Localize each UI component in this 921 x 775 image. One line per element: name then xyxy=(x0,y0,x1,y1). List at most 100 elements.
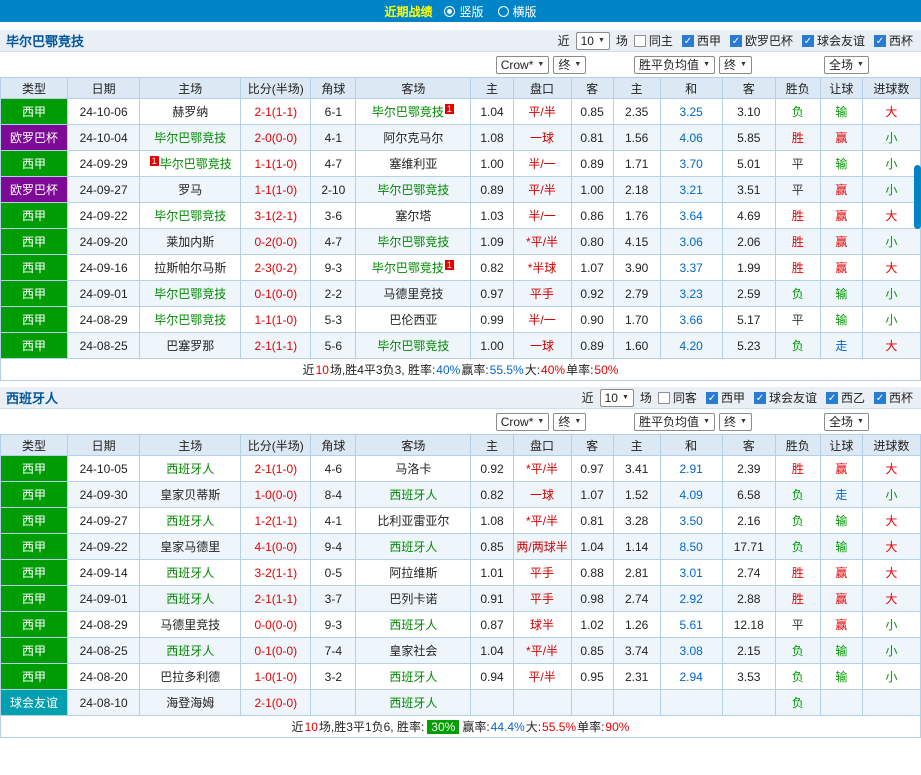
asia-stage-select[interactable]: 终 ▼ xyxy=(553,412,587,431)
europe-stage-select[interactable]: 终 ▼ xyxy=(719,412,752,431)
cell-result-handicap xyxy=(819,689,863,716)
table-row: 西甲 24-10-05 西班牙人 2-1(1-0) 4-6 马洛卡 0.92 *平/半 0.97… xyxy=(0,455,921,482)
stats-summary: 近 10 场,胜4平3负3, 胜率: 40% 赢率: 55.5% 大: 40% 单率: 50… xyxy=(0,359,921,381)
cell-asia-home-odds: 1.00 xyxy=(470,332,514,359)
cell-asia-away-odds: 1.04 xyxy=(570,533,614,560)
bookmaker-select[interactable]: Crow* ▼ xyxy=(495,55,550,74)
cell-euro-draw-odds: 3.37 xyxy=(659,254,723,281)
cell-euro-away-odds: 3.53 xyxy=(721,663,776,690)
focus-team-name: 毕尔巴鄂竞技 xyxy=(377,339,450,353)
checked-checkbox-icon[interactable] xyxy=(873,34,886,47)
scrollbar-thumb[interactable] xyxy=(914,165,921,229)
cell-euro-draw-odds: 3.06 xyxy=(659,228,723,255)
focus-team-name: 西班牙人 xyxy=(389,696,438,710)
radio-unselected-icon[interactable] xyxy=(497,5,509,17)
cell-euro-away-odds: 4.69 xyxy=(721,202,776,229)
filter-checkbox-label[interactable]: 同客 xyxy=(673,389,697,406)
checked-checkbox-icon[interactable] xyxy=(753,391,766,404)
team-name: 拉斯帕尔马斯 xyxy=(154,261,227,275)
table-row: 西甲 24-09-20 莱加内斯 0-2(0-0) 4-7 毕尔巴鄂竞技 1.09 *平/半 0… xyxy=(0,228,921,255)
filter-checkbox[interactable]: 西甲 xyxy=(705,389,745,406)
radio-vertical-label[interactable]: 竖版 xyxy=(459,3,483,20)
filter-checkbox-label[interactable]: 球会友谊 xyxy=(769,389,817,406)
checked-checkbox-icon[interactable] xyxy=(825,391,838,404)
cell-away-team: 巴伦西亚 xyxy=(355,306,472,333)
cell-corner: 7-4 xyxy=(310,637,357,664)
filter-checkbox-label[interactable]: 球会友谊 xyxy=(817,32,865,49)
scope-select[interactable]: 全场 ▼ xyxy=(824,412,869,431)
cell-result-goals: 小 xyxy=(861,611,921,638)
cell-euro-away-odds: 2.15 xyxy=(721,637,776,664)
scope-select[interactable]: 全场 ▼ xyxy=(824,55,869,74)
cell-away-team: 西班牙人 xyxy=(355,611,472,638)
cell-asia-home-odds: 0.91 xyxy=(470,585,514,612)
filter-checkbox-label[interactable]: 西甲 xyxy=(721,389,745,406)
radio-vertical[interactable]: 竖版 xyxy=(444,3,484,20)
cell-score: 2-3(0-2) xyxy=(240,254,312,281)
checked-checkbox-icon[interactable] xyxy=(801,34,814,47)
filter-checkbox-label[interactable]: 西杯 xyxy=(889,389,913,406)
cell-asia-away-odds: 0.85 xyxy=(570,98,614,125)
focus-team-name: 毕尔巴鄂竞技 xyxy=(371,105,444,119)
filter-checkbox[interactable]: 西杯 xyxy=(873,32,913,49)
filter-checkbox-label[interactable]: 西甲 xyxy=(697,32,721,49)
checked-checkbox-icon[interactable] xyxy=(705,391,718,404)
summary-part: 30% xyxy=(427,719,460,734)
cell-date: 24-09-22 xyxy=(67,533,141,560)
cell-result-wdl: 平 xyxy=(774,611,821,638)
team-name: 巴塞罗那 xyxy=(166,339,215,353)
filter-checkbox[interactable]: 同客 xyxy=(657,389,697,406)
filter-checkbox-label[interactable]: 同主 xyxy=(649,32,673,49)
league-filter-checkboxes: 同客 西甲 球会友谊 西乙 西杯 xyxy=(657,389,913,406)
radio-horizontal[interactable]: 横版 xyxy=(497,3,537,20)
table-row: 欧罗巴杯 24-09-27 罗马 1-1(1-0) 2-10 毕尔巴鄂竞技 0.89 平/半 1… xyxy=(0,176,921,203)
summary-part: 近 xyxy=(291,720,304,734)
filter-checkbox[interactable]: 西杯 xyxy=(873,389,913,406)
filter-checkbox[interactable]: 西甲 xyxy=(681,32,721,49)
radio-selected-icon[interactable] xyxy=(444,5,456,17)
europe-avg-select[interactable]: 胜平负均值 ▼ xyxy=(634,55,715,74)
chevron-down-icon: ▼ xyxy=(740,418,747,425)
focus-team-name: 毕尔巴鄂竞技 xyxy=(154,313,227,327)
bookmaker-select[interactable]: Crow* ▼ xyxy=(495,412,550,431)
cell-result-handicap: 输 xyxy=(819,533,863,560)
unchecked-checkbox-icon[interactable] xyxy=(633,34,646,47)
europe-stage-value: 终 xyxy=(724,415,737,429)
chevron-down-icon: ▼ xyxy=(597,37,605,44)
checked-checkbox-icon[interactable] xyxy=(873,391,886,404)
filter-checkbox-label[interactable]: 西杯 xyxy=(889,32,913,49)
match-count-select[interactable]: 10 ▼ xyxy=(599,388,634,407)
column-header: 和 xyxy=(659,434,723,456)
cell-home-team: 莱加内斯 xyxy=(139,228,242,255)
cell-euro-away-odds: 5.23 xyxy=(721,332,776,359)
filter-checkbox[interactable]: 欧罗巴杯 xyxy=(729,32,793,49)
summary-part: 40% xyxy=(541,362,566,377)
cell-result-goals: 大 xyxy=(861,254,921,281)
filter-checkbox-label[interactable]: 西乙 xyxy=(841,389,865,406)
match-count-select[interactable]: 10 ▼ xyxy=(575,31,610,50)
column-header: 胜负 xyxy=(774,77,821,99)
europe-stage-select[interactable]: 终 ▼ xyxy=(719,55,752,74)
filter-checkbox[interactable]: 球会友谊 xyxy=(801,32,865,49)
cell-euro-away-odds: 17.71 xyxy=(721,533,776,560)
asia-stage-select[interactable]: 终 ▼ xyxy=(553,55,587,74)
filter-checkbox-label[interactable]: 欧罗巴杯 xyxy=(745,32,793,49)
cell-home-team: 毕尔巴鄂竞技 xyxy=(139,306,242,333)
cell-away-team: 塞尔塔 xyxy=(355,202,472,229)
cell-date: 24-10-06 xyxy=(67,98,141,125)
header-row: 类型 日期 主场 比分(半场) 角球 客场 主 盘口 客 主 和 客 胜负 让球… xyxy=(0,434,921,456)
europe-avg-select[interactable]: 胜平负均值 ▼ xyxy=(634,412,715,431)
cell-score: 1-0(1-0) xyxy=(240,663,312,690)
cell-asia-away-odds: 1.07 xyxy=(570,481,614,508)
cell-asia-away-odds: 0.98 xyxy=(570,585,614,612)
cell-euro-away-odds: 2.74 xyxy=(721,559,776,586)
filter-checkbox[interactable]: 同主 xyxy=(633,32,673,49)
focus-team-name: 西班牙人 xyxy=(166,592,215,606)
checked-checkbox-icon[interactable] xyxy=(729,34,742,47)
filter-checkbox[interactable]: 球会友谊 xyxy=(753,389,817,406)
checked-checkbox-icon[interactable] xyxy=(681,34,694,47)
radio-horizontal-label[interactable]: 横版 xyxy=(513,3,537,20)
filter-checkbox[interactable]: 西乙 xyxy=(825,389,865,406)
unchecked-checkbox-icon[interactable] xyxy=(657,391,670,404)
column-header: 客 xyxy=(570,434,614,456)
